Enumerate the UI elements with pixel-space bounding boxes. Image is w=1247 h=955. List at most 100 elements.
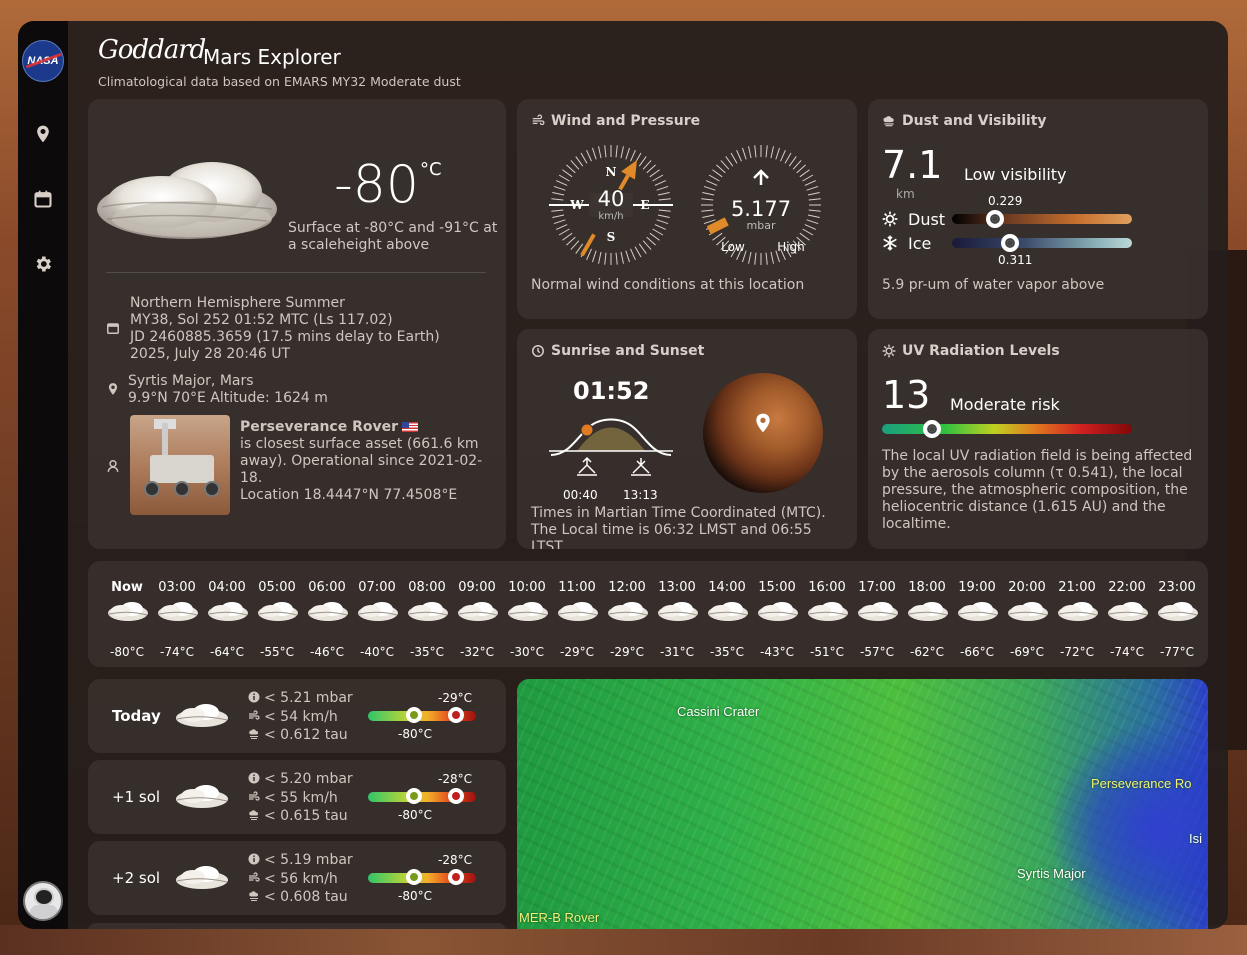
pressure-low-label: Low	[721, 240, 745, 254]
hour-temp: -40°C	[360, 645, 394, 659]
calendar-icon[interactable]	[33, 189, 53, 209]
map-label-syrtis-major[interactable]: Syrtis Major	[1017, 866, 1086, 881]
hour-temp: -43°C	[760, 645, 794, 659]
map-label-mer-b-rover[interactable]: MER-B Rover	[519, 910, 599, 925]
cloud-icon	[1106, 599, 1150, 625]
app-window: NASA Goddard Mars Explorer Climatologica…	[18, 21, 1228, 929]
uv-bar	[882, 420, 1132, 438]
water-vapor-note: 5.9 pr-um of water vapor above	[882, 277, 1105, 293]
day-low-temp: -80°C	[398, 727, 432, 741]
info-icon	[248, 772, 260, 784]
mars-globe[interactable]	[703, 373, 823, 493]
cloud-icon	[256, 599, 300, 625]
cloud-icon	[606, 599, 650, 625]
dust-title-text: Dust and Visibility	[902, 113, 1047, 129]
pressure-value: 5.177	[731, 197, 791, 221]
uv-note: The local UV radiation field is being af…	[882, 448, 1193, 532]
cloud-icon	[356, 599, 400, 625]
jd-line: JD 2460885.3659 (17.5 mins delay to Eart…	[130, 329, 440, 345]
hour-temp: -31°C	[660, 645, 694, 659]
visibility-unit: km	[896, 187, 915, 201]
low-temp-marker	[406, 869, 422, 885]
daily-card-peek	[88, 923, 506, 929]
uv-risk-label: Moderate risk	[950, 395, 1060, 414]
daily-forecast-card[interactable]: +2 sol < 5.19 mbar < 56 km/h < 0.608 tau -28…	[88, 841, 506, 915]
daily-forecast-card[interactable]: Today < 5.21 mbar < 54 km/h < 0.612 tau -29°…	[88, 679, 506, 753]
hour-time: 13:00	[658, 580, 696, 595]
hour-time: 16:00	[808, 580, 846, 595]
sidebar: NASA	[18, 21, 68, 929]
map-label-cassini[interactable]: Cassini Crater	[677, 704, 759, 719]
location-icon[interactable]	[33, 124, 53, 144]
day-tau: < 0.608 tau	[264, 889, 348, 905]
uv-index: 13	[882, 373, 931, 417]
temperature-range-bar	[368, 707, 476, 723]
hour-temp: -64°C	[210, 645, 244, 659]
cloud-icon	[406, 599, 450, 625]
cloud-icon	[174, 863, 230, 893]
cloud-icon	[456, 599, 500, 625]
hour-temp: -29°C	[610, 645, 644, 659]
wind-title-text: Wind and Pressure	[551, 113, 701, 129]
hour-temp: -66°C	[960, 645, 994, 659]
cloud-icon	[306, 599, 350, 625]
hour-time: Now	[111, 580, 143, 595]
dust-bar	[952, 210, 1132, 228]
rover-description: is closest surface asset (661.6 km away)…	[240, 436, 483, 486]
hour-temp: -35°C	[710, 645, 744, 659]
hour-time: 12:00	[608, 580, 646, 595]
cloud-icon	[206, 599, 250, 625]
uv-title-text: UV Radiation Levels	[902, 343, 1060, 359]
cloud-icon	[506, 599, 550, 625]
us-flag-icon	[402, 422, 419, 432]
day-wind: < 54 km/h	[264, 708, 338, 725]
day-tau: < 0.612 tau	[264, 727, 348, 743]
daily-forecast-card[interactable]: +1 sol < 5.20 mbar < 55 km/h < 0.615 tau -28…	[88, 760, 506, 834]
hour-temp: -35°C	[410, 645, 444, 659]
nasa-logo-text: NASA	[27, 55, 59, 67]
temperature-range-bar	[368, 869, 476, 885]
sun-icon	[882, 344, 896, 358]
dust-card-title: Dust and Visibility	[882, 113, 1047, 129]
wind-icon	[249, 871, 260, 882]
location-pin-icon	[756, 413, 770, 433]
wind-card-title: Wind and Pressure	[531, 113, 700, 129]
temperature-unit: °C	[420, 159, 442, 180]
user-avatar[interactable]	[23, 881, 63, 921]
hour-time: 08:00	[408, 580, 446, 595]
nasa-logo[interactable]: NASA	[22, 40, 64, 82]
dust-bar-marker	[986, 210, 1005, 228]
map-label-isidis[interactable]: Isi	[1189, 831, 1202, 846]
cloud-icon	[156, 599, 200, 625]
settings-icon[interactable]	[33, 254, 53, 274]
snowflake-icon	[883, 235, 897, 251]
day-stats: < 5.20 mbar < 55 km/h < 0.615 tau	[248, 770, 353, 826]
day-pressure: < 5.21 mbar	[264, 690, 353, 706]
hour-time: 04:00	[208, 580, 246, 595]
hour-time: 19:00	[958, 580, 996, 595]
day-stats: < 5.21 mbar < 54 km/h < 0.612 tau	[248, 689, 353, 745]
wind-pressure-card: Wind and Pressure N W E S 40 km/h 5.177 …	[517, 99, 857, 319]
cloud-icon	[906, 599, 950, 625]
wind-icon	[532, 114, 545, 126]
wind-speed: 40	[598, 187, 625, 211]
uv-radiation-card: UV Radiation Levels 13 Moderate risk The…	[868, 329, 1208, 549]
pressure-unit: mbar	[747, 219, 776, 232]
mtc-note: Times in Martian Time Coordinated (MTC).…	[531, 505, 826, 549]
mars-map[interactable]: Cassini Crater Perseverance Ro Isi Syrti…	[517, 679, 1208, 929]
day-label: Today	[112, 707, 161, 725]
hour-temp: -32°C	[460, 645, 494, 659]
sunrise-sunset-card: Sunrise and Sunset 01:52 00:40 13:13 Tim…	[517, 329, 857, 549]
day-low-temp: -80°C	[398, 808, 432, 822]
map-label-perseverance[interactable]: Perseverance Ro	[1091, 776, 1191, 791]
hour-temp: -74°C	[1110, 645, 1144, 659]
hour-time: 17:00	[858, 580, 896, 595]
hour-time: 05:00	[258, 580, 296, 595]
hourly-forecast-strip: Now -80°C 03:00 -74°C 04:00 -64°C 05:00 -55°C 06…	[88, 561, 1208, 667]
date-line: 2025, July 28 20:46 UT	[130, 346, 291, 362]
sol-line: MY38, Sol 252 01:52 MTC (Ls 117.02)	[130, 312, 393, 328]
pressure-gauge: 5.177 mbar Low High	[701, 145, 821, 265]
day-pressure: < 5.19 mbar	[264, 852, 353, 868]
hour-time: 15:00	[758, 580, 796, 595]
season: Northern Hemisphere Summer	[130, 295, 345, 311]
